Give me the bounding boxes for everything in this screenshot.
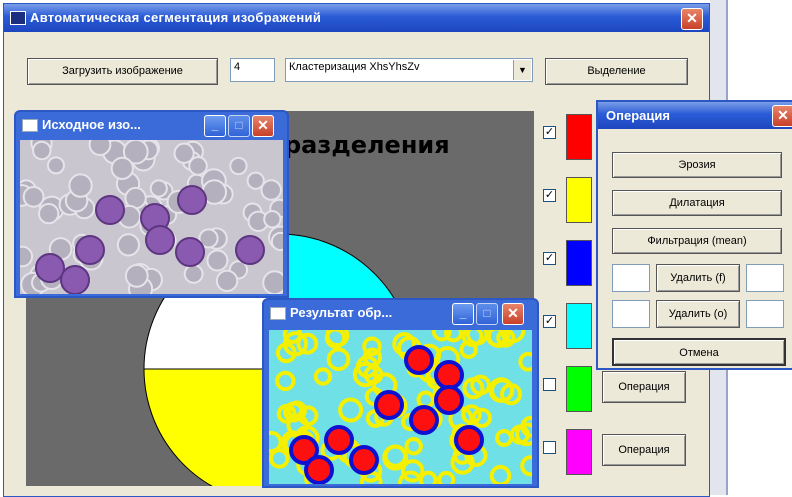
- window-title: Автоматическая сегментация изображений: [30, 10, 322, 25]
- wbc-segment: [404, 345, 434, 375]
- maximize-button[interactable]: □: [228, 115, 250, 137]
- rbc-cell: [88, 140, 112, 156]
- operation-button-4[interactable]: Операция: [602, 371, 686, 403]
- select-button[interactable]: Выделение: [545, 58, 688, 85]
- wbc-cell: [145, 225, 175, 255]
- wbc-segment: [454, 425, 484, 455]
- maximize-button[interactable]: □: [476, 303, 498, 325]
- rbc-cell: [149, 179, 168, 198]
- rbc-cell: [110, 156, 134, 180]
- operation-title: Операция: [606, 108, 670, 123]
- filter-mean-button[interactable]: Фильтрация (mean): [612, 228, 782, 254]
- delete-f-right-input[interactable]: [746, 264, 784, 292]
- load-image-button[interactable]: Загрузить изображение: [27, 58, 218, 85]
- source-window-title: Исходное изо...: [42, 117, 141, 132]
- result-window-title: Результат обр...: [290, 305, 393, 320]
- wbc-segment: [374, 390, 404, 420]
- close-button[interactable]: ✕: [681, 8, 703, 30]
- wbc-segment: [324, 425, 354, 455]
- window-icon: [270, 307, 286, 320]
- delete-o-button[interactable]: Удалить (о): [656, 300, 740, 328]
- rbc-cell: [38, 202, 60, 225]
- delete-f-button[interactable]: Удалить (f): [656, 264, 740, 292]
- wbc-cell: [177, 185, 207, 215]
- rbc-cell: [32, 140, 52, 161]
- source-close-button[interactable]: ✕: [252, 115, 274, 137]
- rbc-cell: [246, 171, 265, 190]
- source-image: [20, 140, 283, 294]
- chevron-down-icon[interactable]: ▼: [513, 60, 531, 80]
- wbc-cell: [95, 195, 125, 225]
- rbc-cell: [188, 156, 208, 176]
- main-titlebar: Автоматическая сегментация изображений ✕: [4, 4, 709, 32]
- wbc-cell: [175, 237, 205, 267]
- rbc-cell: [263, 210, 282, 229]
- cancel-button[interactable]: Отмена: [612, 338, 786, 366]
- rbc-cell: [262, 270, 283, 294]
- rbc-cell: [270, 231, 283, 252]
- row-checkbox-4[interactable]: [543, 378, 556, 391]
- rbc-cell: [183, 263, 204, 284]
- rbc-cell: [68, 173, 93, 198]
- color-swatch-2[interactable]: [566, 240, 592, 286]
- color-swatch-5[interactable]: [566, 429, 592, 475]
- operation-button-5[interactable]: Операция: [602, 434, 686, 466]
- wbc-cell: [60, 265, 90, 294]
- color-swatch-4[interactable]: [566, 366, 592, 412]
- dilation-button[interactable]: Дилатация: [612, 190, 782, 216]
- app-icon: [10, 11, 26, 25]
- row-checkbox-0[interactable]: ✓: [543, 126, 556, 139]
- rbc-cell: [206, 249, 229, 272]
- operation-window: Операция ✕ Эрозия Дилатация Фильтрация (…: [596, 100, 792, 370]
- window-icon: [22, 119, 38, 132]
- row-checkbox-5[interactable]: [543, 441, 556, 454]
- clusters-input[interactable]: 4: [230, 58, 275, 82]
- rbc-cell: [124, 264, 149, 288]
- delete-o-right-input[interactable]: [746, 300, 784, 328]
- wbc-segment: [434, 385, 464, 415]
- wbc-cell: [235, 235, 265, 265]
- color-swatch-0[interactable]: [566, 114, 592, 160]
- source-titlebar: Исходное изо... _ □ ✕: [16, 112, 287, 138]
- rbc-cell: [20, 245, 34, 268]
- row-checkbox-3[interactable]: ✓: [543, 315, 556, 328]
- result-image-window: Результат обр... _ □ ✕: [262, 298, 539, 488]
- rbc-cell: [116, 233, 141, 257]
- result-titlebar: Результат обр... _ □ ✕: [264, 300, 537, 326]
- operation-close-button[interactable]: ✕: [772, 105, 792, 127]
- rbc-cell: [215, 269, 239, 293]
- method-select[interactable]: Кластеризация XhsYhsZv ▼: [285, 58, 533, 82]
- pie-slice-4: [143, 368, 280, 486]
- minimize-button[interactable]: _: [204, 115, 226, 137]
- rbc-cell: [229, 156, 248, 176]
- wbc-segment: [434, 360, 464, 390]
- rbc-cell: [22, 185, 45, 208]
- delete-f-left-input[interactable]: [612, 264, 650, 292]
- result-image: [269, 330, 532, 484]
- row-checkbox-2[interactable]: ✓: [543, 252, 556, 265]
- operation-titlebar: Операция ✕: [598, 102, 792, 129]
- erosion-button[interactable]: Эрозия: [612, 152, 782, 178]
- rbc-cell: [46, 156, 65, 175]
- color-swatch-3[interactable]: [566, 303, 592, 349]
- source-image-window: Исходное изо... _ □ ✕: [14, 110, 289, 298]
- wbc-segment: [409, 405, 439, 435]
- wbc-cell: [35, 253, 65, 283]
- result-close-button[interactable]: ✕: [502, 303, 524, 325]
- delete-o-left-input[interactable]: [612, 300, 650, 328]
- method-select-value: Кластеризация XhsYhsZv: [289, 61, 420, 73]
- wbc-segment: [304, 455, 334, 484]
- wbc-cell: [75, 235, 105, 265]
- minimize-button[interactable]: _: [452, 303, 474, 325]
- row-checkbox-1[interactable]: ✓: [543, 189, 556, 202]
- wbc-segment: [349, 445, 379, 475]
- color-swatch-1[interactable]: [566, 177, 592, 223]
